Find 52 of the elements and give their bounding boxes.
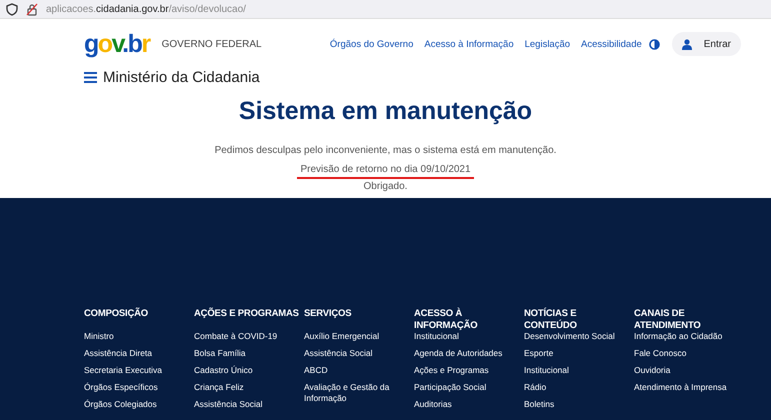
message-text: Obrigado. bbox=[362, 180, 408, 194]
ministry-title: Ministério da Cidadania bbox=[103, 69, 260, 86]
footer-link[interactable]: Órgãos Específicos bbox=[84, 382, 158, 393]
shield-icon bbox=[6, 2, 18, 16]
gov-logo[interactable]: gov.br bbox=[84, 30, 150, 58]
footer-link[interactable]: Institucional bbox=[414, 331, 459, 342]
footer-link[interactable]: Desenvolvimento Social bbox=[524, 331, 615, 342]
footer-link[interactable]: Cadastro Único bbox=[194, 365, 253, 376]
footer-link[interactable]: Secretaria Executiva bbox=[84, 365, 162, 376]
footer-link[interactable]: Agenda de Autoridades bbox=[414, 348, 502, 359]
footer-link[interactable]: Assistência Direta bbox=[84, 348, 152, 359]
footer-heading: COMPOSIÇÃO bbox=[84, 308, 149, 321]
address-bar-url[interactable]: aplicacoes.cidadania.gov.br/aviso/devolucao/ bbox=[46, 4, 246, 14]
login-button[interactable]: Entrar bbox=[672, 32, 741, 56]
footer-link[interactable]: Ações e Programas bbox=[414, 365, 489, 376]
footer-heading: CANAIS DE ATENDIMENTO bbox=[634, 308, 702, 331]
footer-link[interactable]: Auxílio Emergencial bbox=[304, 331, 380, 342]
footer-link[interactable]: Esporte bbox=[524, 348, 554, 359]
footer-link[interactable]: Assistência Social bbox=[194, 399, 263, 410]
header-link[interactable]: Acessibilidade bbox=[581, 38, 642, 50]
contrast-icon[interactable] bbox=[648, 38, 660, 50]
footer-heading: ACESSO À INFORMAÇÃO bbox=[414, 308, 478, 331]
footer-link[interactable]: Fale Conosco bbox=[634, 348, 686, 359]
page-title: Sistema em manutenção bbox=[238, 96, 534, 126]
footer-link[interactable]: Rádio bbox=[524, 382, 546, 393]
message-text: Pedimos desculpas pelo inconveniente, mas o sistema está em manutenção. bbox=[214, 144, 558, 158]
footer-link[interactable]: Órgãos Colegiados bbox=[84, 399, 157, 410]
footer-link[interactable]: Criança Feliz bbox=[194, 382, 244, 393]
footer-link[interactable]: Assistência Social bbox=[304, 348, 373, 359]
logo-caption: GOVERNO FEDERAL bbox=[162, 38, 262, 50]
footer-link[interactable]: Boletins bbox=[524, 399, 554, 410]
message-text: Previsão de retorno no dia 09/10/2021 bbox=[297, 163, 474, 179]
footer-link[interactable]: Ouvidoria bbox=[634, 365, 670, 376]
footer-link[interactable]: Auditorias bbox=[414, 399, 452, 410]
footer-link[interactable]: Institucional bbox=[524, 365, 569, 376]
header-link[interactable]: Órgãos do Governo bbox=[330, 38, 414, 50]
footer-link[interactable]: Combate à COVID-19 bbox=[194, 331, 278, 342]
footer-link[interactable]: ABCD bbox=[304, 365, 328, 376]
lock-icon bbox=[26, 2, 38, 16]
footer-link[interactable]: Atendimento à Imprensa bbox=[634, 382, 727, 393]
user-icon bbox=[682, 38, 692, 50]
footer-link[interactable]: Ministro bbox=[84, 331, 114, 342]
header-link[interactable]: Acesso à Informação bbox=[424, 38, 514, 50]
header-link[interactable]: Legislação bbox=[524, 38, 570, 50]
footer-link[interactable]: Avaliação e Gestão da Informação bbox=[304, 382, 404, 404]
menu-icon[interactable] bbox=[84, 72, 97, 83]
footer-link[interactable]: Bolsa Família bbox=[194, 348, 246, 359]
footer-link[interactable]: Informação ao Cidadão bbox=[634, 331, 722, 342]
footer-heading: AÇÕES E PROGRAMAS bbox=[194, 308, 299, 321]
footer-heading: NOTÍCIAS E CONTEÚDO bbox=[524, 308, 578, 331]
footer-link[interactable]: Participação Social bbox=[414, 382, 486, 393]
footer-heading: SERVIÇOS bbox=[304, 308, 352, 321]
